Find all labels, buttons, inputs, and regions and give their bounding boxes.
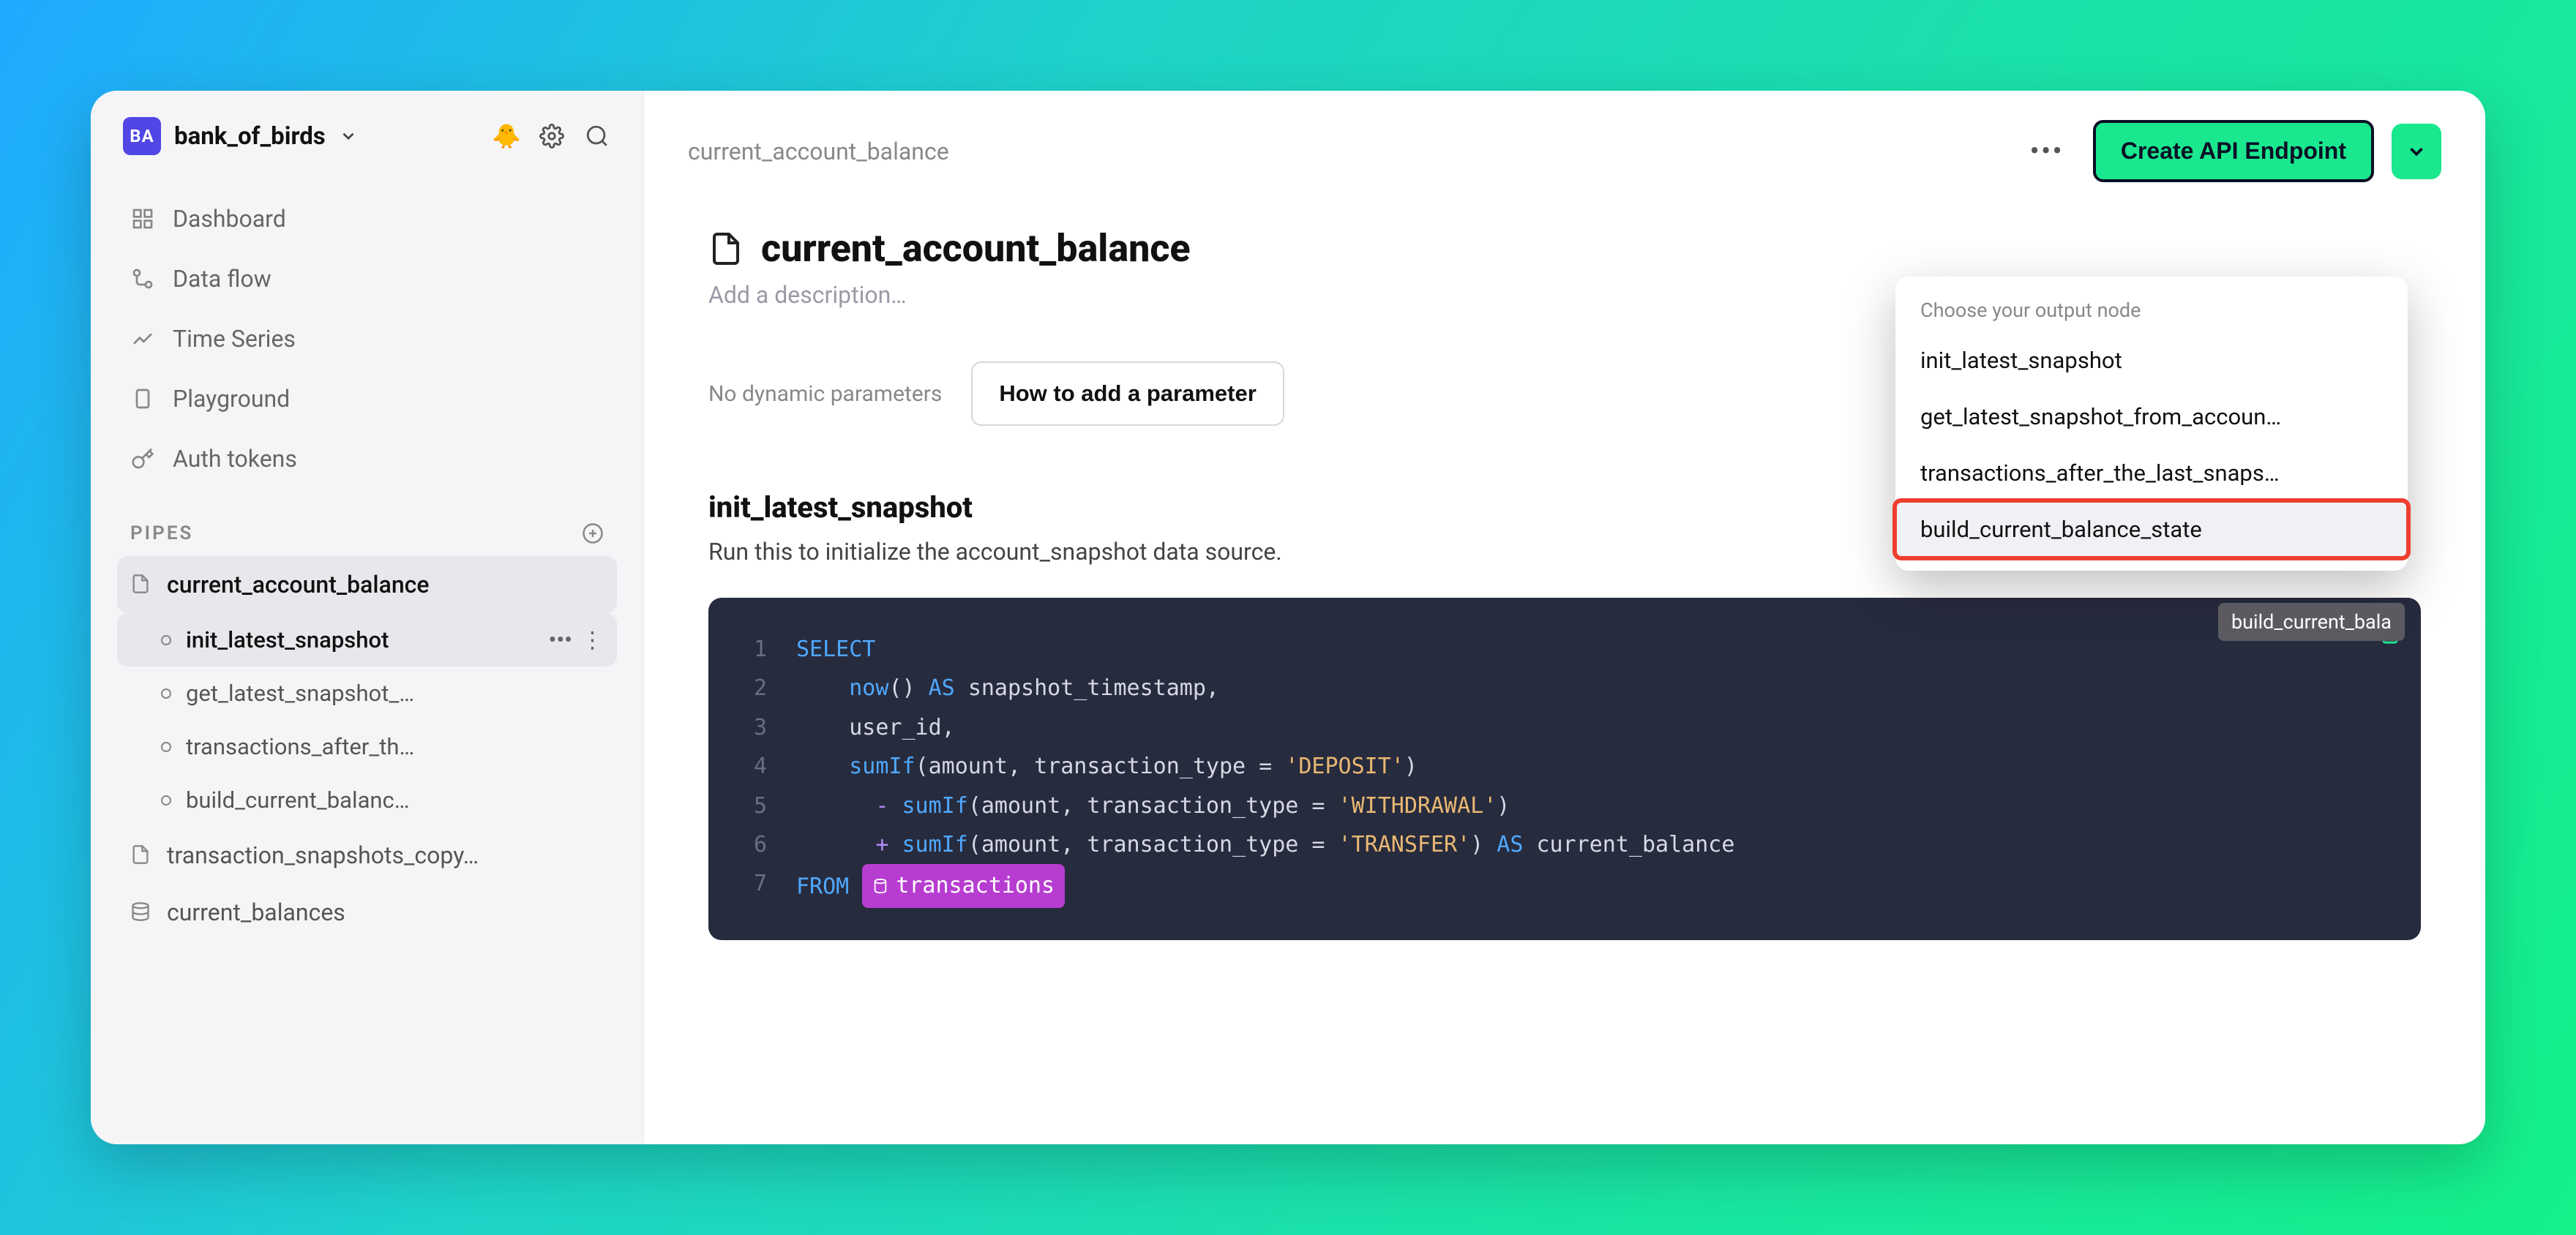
node-label: transactions_after_th… xyxy=(186,733,604,760)
node-item-get-latest-snapshot[interactable]: get_latest_snapshot_… xyxy=(117,667,617,720)
line-number: 1 xyxy=(730,630,796,669)
database-icon xyxy=(130,901,152,923)
node-item-init-latest-snapshot[interactable]: init_latest_snapshot ••• ⋮ xyxy=(117,613,617,667)
line-number: 7 xyxy=(730,864,796,907)
main-panel: current_account_balance ••• Create API E… xyxy=(644,91,2485,1144)
dashboard-icon xyxy=(130,206,155,231)
chart-icon xyxy=(130,326,155,351)
nav-label: Playground xyxy=(173,385,290,413)
more-button[interactable]: ••• xyxy=(2018,146,2075,157)
sidebar: BA bank_of_birds 🐥 Dashboard xyxy=(91,91,644,1144)
create-api-endpoint-button[interactable]: Create API Endpoint xyxy=(2093,120,2374,182)
line-number: 4 xyxy=(730,747,796,786)
nav-data-flow[interactable]: Data flow xyxy=(117,250,617,307)
how-to-add-parameter-button[interactable]: How to add a parameter xyxy=(971,361,1284,426)
app-window: BA bank_of_birds 🐥 Dashboard xyxy=(91,91,2485,1144)
nav-label: Time Series xyxy=(173,325,296,353)
nav-label: Dashboard xyxy=(173,205,286,233)
node-label: build_current_balanc… xyxy=(186,787,604,814)
node-bullet-icon xyxy=(161,742,171,752)
drag-handle-icon[interactable]: ⋮ xyxy=(581,626,604,653)
nav-playground[interactable]: Playground xyxy=(117,370,617,427)
pipe-item-current-account-balance[interactable]: current_account_balance xyxy=(117,556,617,613)
line-number: 6 xyxy=(730,825,796,864)
add-pipe-button[interactable] xyxy=(582,522,604,544)
nav-time-series[interactable]: Time Series xyxy=(117,310,617,367)
nav-auth-tokens[interactable]: Auth tokens xyxy=(117,430,617,487)
node-bullet-icon xyxy=(161,635,171,645)
more-icon[interactable]: ••• xyxy=(548,626,572,653)
node-label: get_latest_snapshot_… xyxy=(186,680,604,707)
topbar: current_account_balance ••• Create API E… xyxy=(644,91,2485,182)
bird-icon[interactable]: 🐥 xyxy=(493,122,520,150)
nav-label: Data flow xyxy=(173,265,272,293)
dropdown-item-highlighted[interactable]: build_current_balance_state xyxy=(1895,501,2408,558)
dropdown-item[interactable]: transactions_after_the_last_snaps… xyxy=(1895,445,2408,501)
nav-dashboard[interactable]: Dashboard xyxy=(117,190,617,247)
pipe-icon xyxy=(130,574,152,596)
node-bullet-icon xyxy=(161,688,171,699)
node-item-transactions-after[interactable]: transactions_after_th… xyxy=(117,720,617,773)
line-number: 3 xyxy=(730,708,796,747)
node-bullet-icon xyxy=(161,795,171,806)
pipe-label: current_account_balance xyxy=(167,571,429,598)
dropdown-item[interactable]: init_latest_snapshot xyxy=(1895,332,2408,388)
workspace-badge: BA xyxy=(123,117,161,155)
gear-icon[interactable] xyxy=(538,122,566,150)
pipes-section-label: PIPES xyxy=(130,522,193,544)
create-api-endpoint-dropdown[interactable] xyxy=(2392,124,2441,179)
dynamic-params-text: No dynamic parameters xyxy=(708,381,942,407)
node-item-build-current-balance[interactable]: build_current_balanc… xyxy=(117,773,617,827)
chevron-down-icon[interactable] xyxy=(339,127,358,146)
line-number: 2 xyxy=(730,669,796,707)
pipe-icon xyxy=(708,231,744,266)
flow-icon xyxy=(130,266,155,291)
pipe-icon xyxy=(130,844,152,866)
node-label: init_latest_snapshot xyxy=(186,626,533,653)
workspace-name: bank_of_birds xyxy=(174,122,326,151)
breadcrumb: current_account_balance xyxy=(688,138,949,165)
key-icon xyxy=(130,446,155,471)
dropdown-header: Choose your output node xyxy=(1895,293,2408,332)
output-node-dropdown: Choose your output node init_latest_snap… xyxy=(1895,277,2408,571)
playground-icon xyxy=(130,386,155,411)
pipe-item-transaction-snapshots-copy[interactable]: transaction_snapshots_copy… xyxy=(117,827,617,884)
line-number: 5 xyxy=(730,787,796,825)
dropdown-item[interactable]: get_latest_snapshot_from_accoun… xyxy=(1895,388,2408,445)
workspace-switcher[interactable]: BA bank_of_birds 🐥 xyxy=(117,117,617,155)
nav-label: Auth tokens xyxy=(173,445,297,473)
tooltip: build_current_bala xyxy=(2218,603,2405,641)
page-title[interactable]: current_account_balance xyxy=(761,226,1191,271)
search-icon[interactable] xyxy=(583,122,611,150)
pipe-item-current-balances[interactable]: current_balances xyxy=(117,884,617,941)
pipe-label: current_balances xyxy=(167,898,345,926)
code-editor[interactable]: 1SELECT 2 now() AS snapshot_timestamp, 3… xyxy=(708,598,2421,940)
datasource-tag[interactable]: transactions xyxy=(862,864,1065,907)
pipe-label: transaction_snapshots_copy… xyxy=(167,841,479,869)
